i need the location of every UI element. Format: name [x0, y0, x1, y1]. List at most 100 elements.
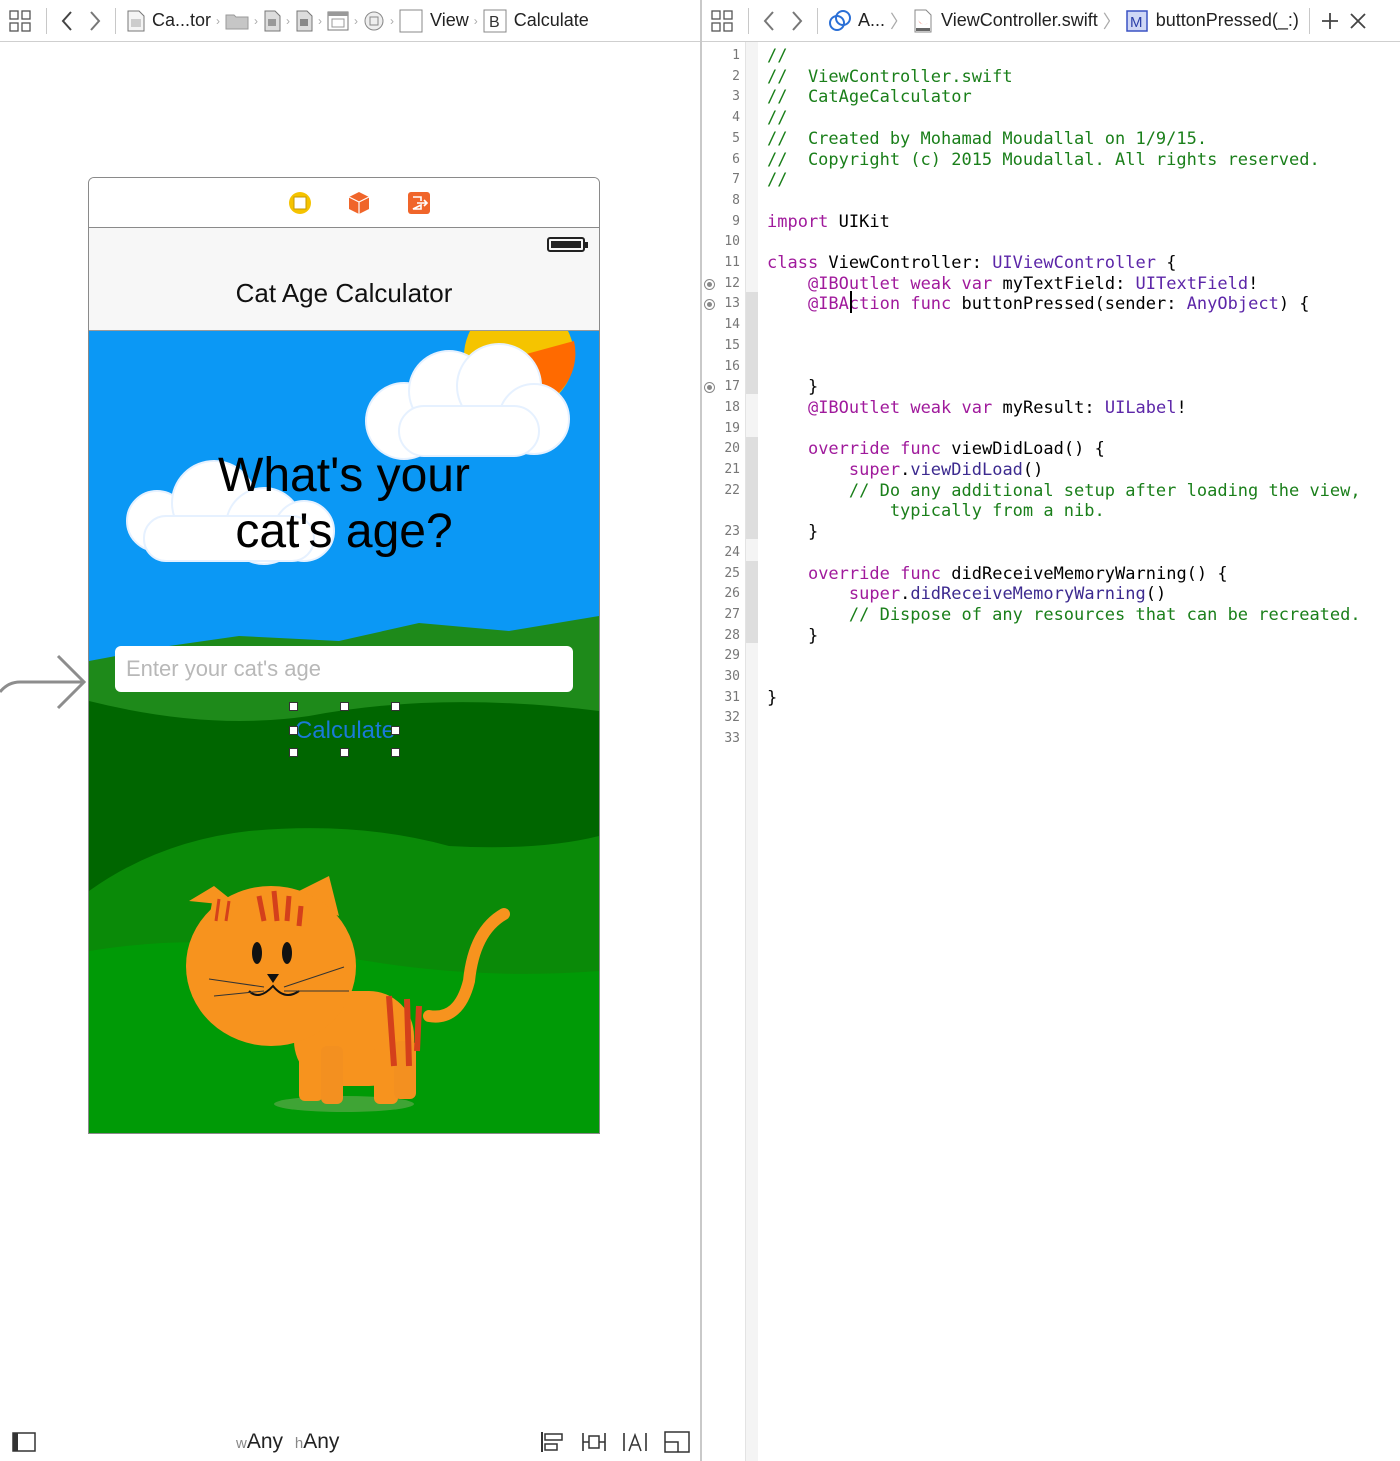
code-line[interactable]: override func viewDidLoad() {: [767, 439, 1105, 459]
code-folding-ribbon[interactable]: [746, 42, 758, 1461]
code-line[interactable]: //: [767, 170, 787, 190]
first-responder-cube-icon[interactable]: [347, 191, 371, 215]
jump-item-calculate-button[interactable]: B Calculate: [483, 0, 589, 41]
automatic-icon: [829, 9, 851, 31]
code-token: AnyObject: [1186, 294, 1279, 315]
code-line[interactable]: }: [767, 522, 818, 542]
code-token: //: [767, 170, 788, 191]
code-token: viewDidLoad: [910, 460, 1023, 480]
chevron-icon: 〉: [1102, 11, 1121, 32]
resize-handle-top-right[interactable]: [391, 702, 400, 711]
code-line[interactable]: }: [767, 688, 777, 708]
jump-item-view[interactable]: View: [399, 0, 469, 41]
jump-item-navigation-item[interactable]: [363, 0, 385, 41]
jump-item-file[interactable]: ViewController.swift: [913, 0, 1098, 41]
resize-handle-top-left[interactable]: [289, 702, 298, 711]
view-icon: [399, 9, 423, 32]
code-line[interactable]: }: [767, 626, 818, 646]
line-number: 8: [732, 192, 740, 208]
question-line-1: What's your: [218, 449, 470, 502]
resizing-behavior-icon[interactable]: [664, 1431, 690, 1453]
jump-item-automatic[interactable]: A...: [824, 0, 885, 41]
folder-icon: [225, 14, 249, 29]
line-number-gutter[interactable]: 1 2 3 4 5 6 7 8 9 10 11 12 13 14 15 16 17 18 19 20 21 22 23 24 2…: [702, 42, 746, 1461]
line-number: 3: [732, 89, 740, 105]
pin-icon[interactable]: [581, 1431, 607, 1453]
size-class-selector[interactable]: wAny hAny: [236, 1430, 339, 1454]
back-button[interactable]: [53, 0, 81, 41]
align-icon[interactable]: [540, 1431, 564, 1453]
close-editor-button[interactable]: [1344, 0, 1372, 41]
resize-handle-right[interactable]: [391, 726, 400, 735]
chevron-icon: 〉: [890, 11, 909, 32]
code-line[interactable]: super.viewDidLoad(): [767, 460, 1044, 480]
related-items-button[interactable]: [0, 0, 40, 41]
chevron-icon: ›: [318, 13, 323, 28]
code-line[interactable]: @IBOutlet weak var myResult: UILabel!: [767, 398, 1187, 418]
code-line[interactable]: //: [767, 108, 787, 128]
code-token: super: [848, 460, 901, 480]
code-line[interactable]: // Created by Mohamad Moudallal on 1/9/1…: [767, 129, 1207, 149]
forward-button[interactable]: [783, 0, 811, 41]
jump-item-view-controller[interactable]: [327, 0, 349, 41]
code-line[interactable]: // ViewController.swift: [767, 67, 1013, 87]
code-token: func: [900, 439, 942, 460]
code-token: weak: [910, 397, 952, 418]
code-line[interactable]: // Copyright (c) 2015 Moudallal. All rig…: [767, 150, 1320, 170]
code-line[interactable]: super.didReceiveMemoryWarning(): [767, 584, 1166, 604]
jump-item-method[interactable]: M buttonPressed(_:): [1126, 0, 1299, 41]
jump-item-scene[interactable]: [263, 0, 281, 41]
resize-handle-bottom[interactable]: [340, 748, 349, 757]
back-button[interactable]: [755, 0, 783, 41]
code-line[interactable]: // Do any additional setup after loading…: [767, 481, 1361, 501]
code-line[interactable]: }: [767, 377, 818, 397]
code-line[interactable]: //: [767, 46, 787, 66]
code-line[interactable]: import UIKit: [767, 212, 890, 232]
related-items-button[interactable]: [702, 0, 742, 41]
code-line[interactable]: // CatAgeCalculator: [767, 87, 972, 107]
navigation-item-icon: [364, 11, 384, 30]
code-token: ViewController:: [818, 253, 993, 273]
line-number: 5: [732, 130, 740, 146]
code-token: super: [848, 584, 901, 605]
resize-handle-bottom-right[interactable]: [391, 748, 400, 757]
fold-region[interactable]: [746, 292, 758, 394]
fold-region[interactable]: [746, 561, 758, 643]
canvas-bottom-bar: wAny hAny: [0, 1422, 700, 1461]
line-number: 26: [724, 586, 740, 602]
code-line[interactable]: @IBOutlet weak var myTextField: UITextFi…: [767, 274, 1258, 294]
line-number: 11: [724, 255, 740, 270]
document-outline-toggle-icon[interactable]: [12, 1432, 36, 1452]
resize-handle-bottom-left[interactable]: [289, 748, 298, 757]
resize-handle-top[interactable]: [340, 702, 349, 711]
view-controller-scene[interactable]: Cat Age Calculator What's your cat's age…: [88, 177, 600, 1134]
resize-handle-left[interactable]: [289, 726, 298, 735]
initial-view-controller-arrow-icon[interactable]: [0, 652, 88, 712]
outlet-connection-indicator-icon[interactable]: [704, 278, 715, 290]
fold-region[interactable]: [746, 437, 758, 539]
svg-text:M: M: [1130, 14, 1143, 31]
view-controller-scene-icon: [296, 10, 313, 31]
cat-age-input[interactable]: [115, 646, 573, 692]
code-line[interactable]: typically from a nib.: [767, 501, 1105, 521]
forward-button[interactable]: [81, 0, 109, 41]
line-number: 6: [732, 151, 740, 167]
jump-item-folder[interactable]: [225, 0, 249, 41]
code-line[interactable]: @IBAction func buttonPressed(sender: Any…: [767, 294, 1310, 314]
button-b-icon: B: [483, 9, 507, 32]
code-line[interactable]: class ViewController: UIViewController {: [767, 253, 1176, 273]
exit-icon[interactable]: [407, 191, 431, 215]
view-controller-dock-icon[interactable]: [288, 191, 312, 215]
jump-item-storyboard[interactable]: Ca...tor: [122, 0, 211, 41]
add-editor-button[interactable]: [1316, 0, 1344, 41]
resolve-issues-icon[interactable]: [622, 1431, 648, 1453]
code-line[interactable]: // Dispose of any resources that can be …: [767, 605, 1361, 625]
jump-item-view-controller-scene[interactable]: [295, 0, 313, 41]
cat-age-text-field[interactable]: [115, 646, 573, 692]
code-token: override: [807, 563, 890, 584]
code-line[interactable]: override func didReceiveMemoryWarning() …: [767, 564, 1228, 584]
